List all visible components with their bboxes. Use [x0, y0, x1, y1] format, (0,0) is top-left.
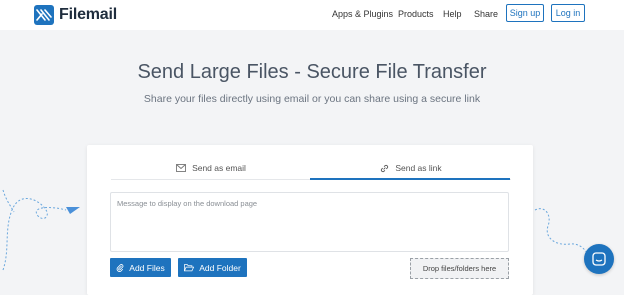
main-nav: Apps & Plugins Products Help Share Sign …	[0, 0, 624, 30]
tab-send-as-email[interactable]: Send as email	[111, 157, 311, 179]
tab-send-as-link[interactable]: Send as link	[311, 157, 511, 179]
active-tab-indicator	[310, 178, 510, 180]
paperclip-icon	[117, 264, 124, 272]
add-folder-label: Add Folder	[199, 262, 241, 273]
add-files-label: Add Files	[129, 262, 165, 273]
chat-button[interactable]	[584, 244, 614, 274]
top-header: Filemail Apps & Plugins Products Help Sh…	[0, 0, 624, 30]
nav-apps-plugins[interactable]: Apps & Plugins	[332, 9, 393, 19]
log-in-button[interactable]: Log in	[551, 4, 585, 22]
link-icon	[381, 164, 389, 172]
nav-share[interactable]: Share	[474, 9, 498, 19]
add-files-button[interactable]: Add Files	[110, 258, 171, 277]
drop-zone[interactable]: Drop files/folders here	[410, 258, 509, 279]
add-folder-button[interactable]: Add Folder	[178, 258, 247, 277]
page-title: Send Large Files - Secure File Transfer	[137, 61, 487, 83]
chat-icon	[592, 252, 606, 266]
tab-email-label: Send as email	[192, 163, 246, 173]
mail-icon	[176, 164, 187, 172]
paper-plane-icon	[66, 207, 80, 214]
message-input[interactable]	[110, 192, 509, 252]
nav-products[interactable]: Products	[398, 9, 434, 19]
tab-link-label: Send as link	[395, 163, 442, 173]
nav-help[interactable]: Help	[443, 9, 462, 19]
sign-up-button[interactable]: Sign up	[506, 4, 544, 22]
transfer-card: Send as email Send as link Add Files Add…	[87, 145, 533, 295]
page-subtitle: Share your files directly using email or…	[143, 93, 481, 105]
folder-open-icon	[184, 263, 195, 271]
